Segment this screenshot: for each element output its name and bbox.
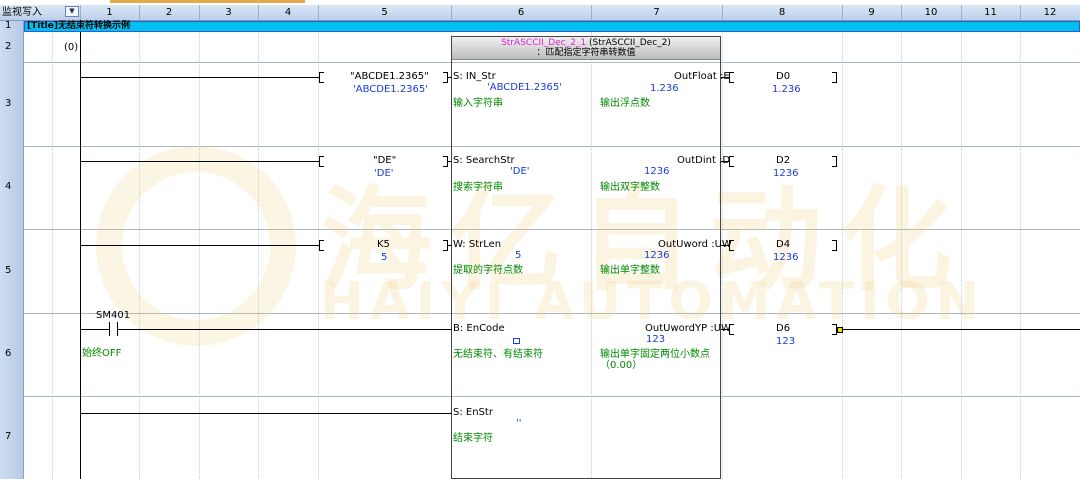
row-header-2[interactable]: 2 <box>0 32 24 62</box>
title-row[interactable]: [Title]无结束符转换示例 <box>24 21 1080 32</box>
column-header-10[interactable]: 10 <box>901 5 961 20</box>
fb-pin-out-uword-value: 1236 <box>644 250 670 261</box>
column-header-6[interactable]: 6 <box>451 5 591 20</box>
fb-pin-out-dint-comment: 输出双字整数 <box>600 182 660 193</box>
fb-pin-in-str-value: 'ABCDE1.2365' <box>487 82 563 93</box>
fb-pin-enstr-comment: 结束字符 <box>453 433 493 444</box>
fb-pin-enstr-value: '' <box>516 418 522 429</box>
fb-pin-out-float-comment: 输出浮点数 <box>600 98 650 109</box>
fb-type-name: (StrASCCII_Dec_2) <box>589 38 671 48</box>
fb-pin-out-uwordyp-value: 123 <box>646 334 666 345</box>
column-header-11[interactable]: 11 <box>961 5 1020 20</box>
device-d0[interactable]: D0 <box>776 71 790 83</box>
operand-strlen-name[interactable]: K5 <box>377 239 390 251</box>
fb-pin-encode-comment: 无结束符、有结束符 <box>453 349 543 360</box>
fb-pin-out-dint-value: 1236 <box>644 166 670 177</box>
contact-comment: 始终OFF <box>82 348 122 359</box>
column-header-5[interactable]: 5 <box>318 5 451 20</box>
fb-pin-encode: B: EnCode <box>453 323 505 334</box>
encode-bit-indicator <box>513 338 520 344</box>
active-tab-accent <box>110 0 305 3</box>
title-text: [Title]无结束符转换示例 <box>27 21 130 31</box>
device-d6[interactable]: D6 <box>776 323 790 335</box>
operand-instr-value: 'ABCDE1.2365' <box>353 84 429 95</box>
fb-instance-name: StrASCCII_Dec_2_1 <box>501 38 587 48</box>
row-header-1[interactable]: 1 <box>0 20 24 32</box>
device-d6-value: 123 <box>776 336 796 347</box>
device-d2[interactable]: D2 <box>776 155 790 167</box>
fb-pin-strlen-value: 5 <box>515 250 522 261</box>
fb-pin-in-str-comment: 输入字符串 <box>453 98 503 109</box>
mode-dropdown-icon[interactable]: ▼ <box>65 6 79 17</box>
step-number: (0) <box>64 42 79 53</box>
fb-pin-enstr: S: EnStr <box>453 407 493 418</box>
operand-strlen-value: 5 <box>381 252 388 263</box>
fb-comment: ：匹配指定字符串转数值 <box>536 48 636 58</box>
row-header-4[interactable]: 4 <box>0 146 24 229</box>
operand-search-value: 'DE' <box>374 168 394 179</box>
fb-pin-out-uword-comment: 输出单字整数 <box>600 265 660 276</box>
row-header-7[interactable]: 7 <box>0 396 24 479</box>
fb-pin-searchstr-comment: 搜索字符串 <box>453 182 503 193</box>
fb-pin-strlen: W: StrLen <box>453 239 502 250</box>
column-header-7[interactable]: 7 <box>591 5 722 20</box>
output-coil-marker <box>837 327 843 333</box>
operand-search-name[interactable]: "DE" <box>373 155 396 167</box>
fb-pin-out-uwordyp-comment2: （0.00） <box>600 360 643 371</box>
row-header-6[interactable]: 6 <box>0 313 24 396</box>
device-d4[interactable]: D4 <box>776 239 790 251</box>
fb-pin-strlen-comment: 提取的字符点数 <box>453 265 523 276</box>
column-header-3[interactable]: 3 <box>199 5 258 20</box>
device-d0-value: 1.236 <box>772 84 801 95</box>
column-header-9[interactable]: 9 <box>842 5 901 20</box>
column-header-4[interactable]: 4 <box>258 5 318 20</box>
column-header-2[interactable]: 2 <box>139 5 199 20</box>
fb-pin-searchstr-value: 'DE' <box>510 166 530 177</box>
function-block-header[interactable]: StrASCCII_Dec_2_1 (StrASCCII_Dec_2) ：匹配指… <box>452 37 720 60</box>
fb-pin-out-float-value: 1.236 <box>650 83 679 94</box>
device-d4-value: 1236 <box>773 252 799 263</box>
monitor-write-mode-label[interactable]: 监视写入 <box>2 6 60 19</box>
column-header-12[interactable]: 12 <box>1020 5 1080 20</box>
device-d2-value: 1236 <box>773 168 799 179</box>
operand-instr-name[interactable]: "ABCDE1.2365" <box>350 71 429 83</box>
column-header-8[interactable]: 8 <box>722 5 842 20</box>
fb-pin-searchstr: S: SearchStr <box>453 155 515 166</box>
left-power-rail <box>80 32 81 479</box>
row-header-5[interactable]: 5 <box>0 229 24 313</box>
column-header: 监视写入 ▼ 1 2 3 4 5 6 7 8 9 10 11 12 <box>0 5 1080 21</box>
contact-device[interactable]: SM401 <box>96 310 130 322</box>
row-header-3[interactable]: 3 <box>0 62 24 146</box>
column-header-1[interactable]: 1 <box>80 5 139 20</box>
